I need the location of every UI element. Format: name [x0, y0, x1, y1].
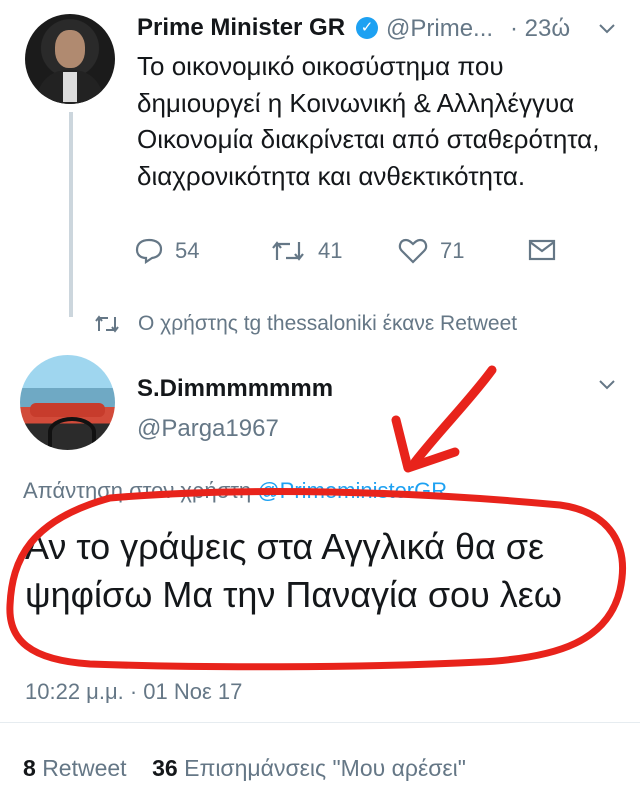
tweet-timestamp[interactable]: 10:22 μ.μ. · 01 Νοε 17: [25, 679, 242, 705]
reply-prefix: Απάντηση στον χρήστη: [23, 478, 258, 503]
retweet-notice[interactable]: Ο χρήστης tg thessaloniki έκανε Retweet: [94, 312, 517, 336]
retweet-notice-text: Ο χρήστης tg thessaloniki έκανε Retweet: [138, 312, 518, 335]
retweet-small-icon: [95, 315, 119, 333]
thread-line: [69, 112, 73, 317]
like-count: 71: [440, 238, 465, 263]
author-handle[interactable]: @Prime...: [386, 15, 493, 43]
message-button[interactable]: [528, 238, 568, 262]
tweet-time[interactable]: · 23ώ: [510, 15, 570, 43]
reply-button[interactable]: 54: [135, 238, 199, 264]
reply-user-link[interactable]: @PrimeministerGR: [257, 478, 447, 503]
chevron-down-icon[interactable]: [598, 376, 616, 394]
likes-label: Επισημάνσεις "Μου αρέσει": [184, 755, 466, 781]
retweet-icon: [272, 241, 304, 261]
tweet-text: Αν το γράψεις στα Αγγλικά θα σε ψηφίσω Μ…: [25, 526, 562, 615]
retweets-count: 8: [23, 755, 36, 781]
like-button[interactable]: 71: [398, 238, 464, 264]
avatar[interactable]: [20, 355, 115, 450]
retweets-label: Retweet: [42, 755, 127, 781]
annotation-arrowhead: [391, 415, 460, 473]
author-handle[interactable]: @Parga1967: [137, 415, 279, 443]
author-name[interactable]: Prime Minister GR: [137, 14, 345, 42]
divider: [0, 722, 640, 723]
tweet-text: Το οικονομικό οικοσύστημα που δημιουργεί…: [137, 51, 600, 191]
avatar[interactable]: [25, 14, 115, 104]
reply-icon: [135, 238, 163, 264]
retweets-stat[interactable]: 8 Retweet: [23, 755, 127, 781]
message-icon: [528, 239, 556, 261]
likes-count: 36: [152, 755, 178, 781]
reply-count: 54: [175, 238, 200, 263]
annotation-arrow: [410, 365, 497, 467]
chevron-down-icon[interactable]: [598, 20, 616, 38]
retweet-count: 41: [318, 238, 343, 263]
likes-stat[interactable]: 36 Επισημάνσεις "Μου αρέσει": [152, 755, 466, 781]
reply-context: Απάντηση στον χρήστη @PrimeministerGR: [23, 478, 447, 504]
like-icon: [398, 238, 428, 264]
author-name[interactable]: S.Dimmmmmmm: [137, 375, 333, 403]
engagement-stats: 8 Retweet 36 Επισημάνσεις "Μου αρέσει": [23, 755, 466, 782]
retweet-button[interactable]: 41: [270, 238, 342, 264]
verified-badge-icon: ✓: [356, 17, 378, 39]
